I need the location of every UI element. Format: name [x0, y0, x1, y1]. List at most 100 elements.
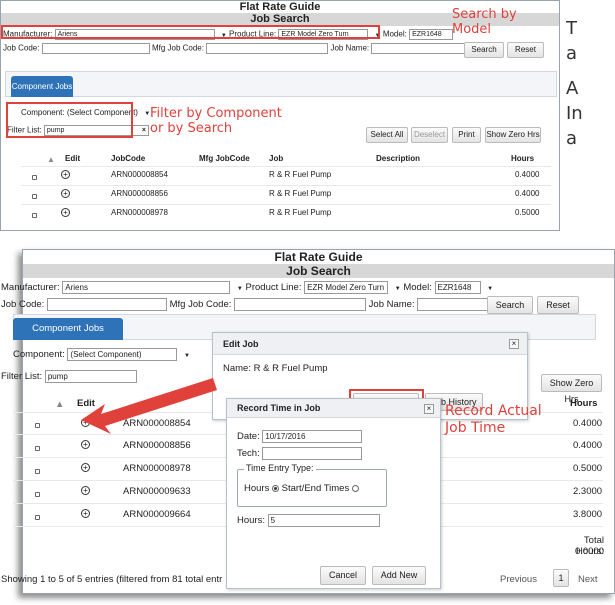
job-code-row: Job Code: Mfg Job Code: Job Name: — [1, 298, 528, 311]
close-icon[interactable]: × — [424, 404, 434, 414]
add-time-icon[interactable]: + — [81, 486, 90, 495]
row-job-code: ARN000008856 — [111, 189, 168, 198]
row-checkbox[interactable] — [32, 175, 37, 180]
reset-button[interactable]: Reset — [537, 296, 579, 314]
row-job-code: ARN000008978 — [123, 463, 191, 474]
row-checkbox[interactable] — [35, 469, 40, 474]
row-job-code: ARN000009633 — [123, 486, 191, 497]
column-description[interactable]: Description — [376, 154, 420, 163]
red-arrow-icon — [81, 378, 217, 434]
add-time-icon[interactable]: + — [81, 440, 90, 449]
column-hours[interactable]: Hours — [570, 398, 597, 409]
row-hours: 3.8000 — [573, 509, 603, 520]
search-button[interactable]: Search — [487, 296, 533, 314]
edit-job-title: Edit Job — [213, 333, 527, 355]
record-actual-job-time-annotation: Record Actual Job Time — [445, 403, 542, 436]
row-hours: 0.4000 — [515, 189, 540, 198]
search-by-model-annotation: Search by Model — [452, 7, 517, 37]
column-job-code[interactable]: JobCode — [111, 154, 145, 163]
row-checkbox[interactable] — [35, 446, 40, 451]
mfg-job-code-input[interactable] — [234, 298, 367, 311]
component-select[interactable]: (Select Component) — [67, 348, 178, 361]
filter-list-label: Filter List: — [1, 371, 43, 383]
time-entry-options: Hours Start/End Times — [244, 483, 359, 494]
row-checkbox[interactable] — [32, 213, 37, 218]
row-job-code: ARN000008854 — [111, 170, 168, 179]
add-time-icon[interactable]: + — [81, 509, 90, 518]
time-entry-type-legend: Time Entry Type: — [244, 463, 316, 473]
date-label: Date: — [237, 431, 260, 443]
hours-input[interactable]: 5 — [267, 514, 380, 527]
filter-annotation: Filter by Component or by Search — [150, 106, 282, 136]
sort-icon: ▲ — [55, 399, 65, 410]
model-select[interactable]: EZR1648 — [434, 281, 481, 294]
job-code-label: Job Code: — [1, 299, 45, 311]
tab-bar — [5, 71, 557, 97]
row-hours: 0.4000 — [573, 440, 603, 451]
hours-radio[interactable] — [271, 484, 279, 492]
add-time-icon[interactable]: + — [61, 189, 70, 198]
row-checkbox[interactable] — [35, 515, 40, 520]
row-hours: 0.4000 — [515, 170, 540, 179]
select-all-button[interactable]: Select All — [366, 127, 408, 143]
show-zero-hrs-button[interactable]: Show Zero Hrs — [541, 374, 602, 404]
screenshot-search-by-model: Flat Rate Guide Job Search Manufacturer:… — [0, 0, 560, 231]
guide-subtitle: Job Search — [23, 264, 614, 278]
tab-component-jobs[interactable]: Component Jobs — [13, 318, 123, 340]
tech-label: Tech: — [237, 448, 260, 460]
add-time-icon[interactable]: + — [81, 463, 90, 472]
show-zero-hrs-button[interactable]: Show Zero Hrs — [485, 127, 541, 143]
chevron-down-icon: ▼ — [394, 286, 401, 293]
record-time-title: Record Time in Job — [227, 399, 440, 418]
hours-option-label: Hours — [244, 483, 270, 494]
job-name-input[interactable] — [371, 43, 472, 54]
job-code-row: Job Code: Mfg Job Code: Job Name: — [3, 43, 472, 54]
column-job[interactable]: Job — [269, 154, 283, 163]
row-hours: 0.5000 — [515, 208, 540, 217]
row-job: R & R Fuel Pump — [269, 170, 332, 179]
row-hours: 0.5000 — [573, 463, 603, 474]
cropped-side-text: In — [566, 103, 583, 124]
date-input[interactable]: 10/17/2016 — [262, 430, 363, 443]
date-row: Date: 10/17/2016 — [237, 430, 363, 443]
row-job: R & R Fuel Pump — [269, 208, 332, 217]
tab-component-jobs[interactable]: Component Jobs — [11, 76, 73, 97]
column-mfg-job-code[interactable]: Mfg JobCode — [199, 154, 250, 163]
model-select[interactable]: EZR1648 — [409, 29, 454, 40]
manufacturer-select[interactable]: Ariens — [62, 281, 231, 294]
row-checkbox[interactable] — [35, 492, 40, 497]
hours-row: Hours: 5 — [237, 514, 380, 527]
cancel-button[interactable]: Cancel — [320, 566, 366, 585]
column-edit[interactable]: Edit — [65, 154, 80, 163]
start-end-radio[interactable] — [351, 484, 359, 492]
job-code-input[interactable] — [41, 43, 150, 54]
edit-job-name: Name: R & R Fuel Pump — [223, 363, 328, 374]
entries-info: Showing 1 to 5 of 5 entries (filtered fr… — [1, 574, 223, 585]
job-code-input[interactable] — [46, 298, 167, 311]
row-checkbox[interactable] — [35, 423, 40, 428]
total-hours-value: 0.0000 — [574, 546, 604, 557]
pagination-previous[interactable]: Previous — [500, 574, 537, 585]
print-button[interactable]: Print — [452, 127, 481, 143]
cropped-side-text: T — [566, 18, 577, 39]
column-hours[interactable]: Hours — [511, 154, 534, 163]
product-line-select[interactable]: EZR Model Zero Turn — [304, 281, 389, 294]
add-time-icon[interactable]: + — [61, 208, 70, 217]
reset-button[interactable]: Reset — [507, 42, 544, 58]
add-new-button[interactable]: Add New — [372, 566, 426, 585]
tech-input[interactable] — [262, 447, 363, 460]
deselect-button[interactable]: Deselect — [411, 127, 448, 143]
mfg-job-code-input[interactable] — [206, 43, 329, 54]
row-checkbox[interactable] — [32, 194, 37, 199]
job-name-label: Job Name: — [330, 43, 370, 53]
chevron-down-icon: ▼ — [236, 286, 243, 293]
pagination-next[interactable]: Next — [578, 574, 598, 585]
search-button[interactable]: Search — [464, 42, 504, 58]
cropped-side-text: A — [566, 78, 579, 99]
model-label: Model: — [382, 29, 407, 39]
cropped-side-text: a — [566, 43, 578, 64]
clear-icon[interactable]: × — [142, 126, 146, 135]
pagination-page-1[interactable]: 1 — [553, 569, 569, 587]
close-icon[interactable]: × — [509, 339, 519, 349]
add-time-icon[interactable]: + — [61, 170, 70, 179]
